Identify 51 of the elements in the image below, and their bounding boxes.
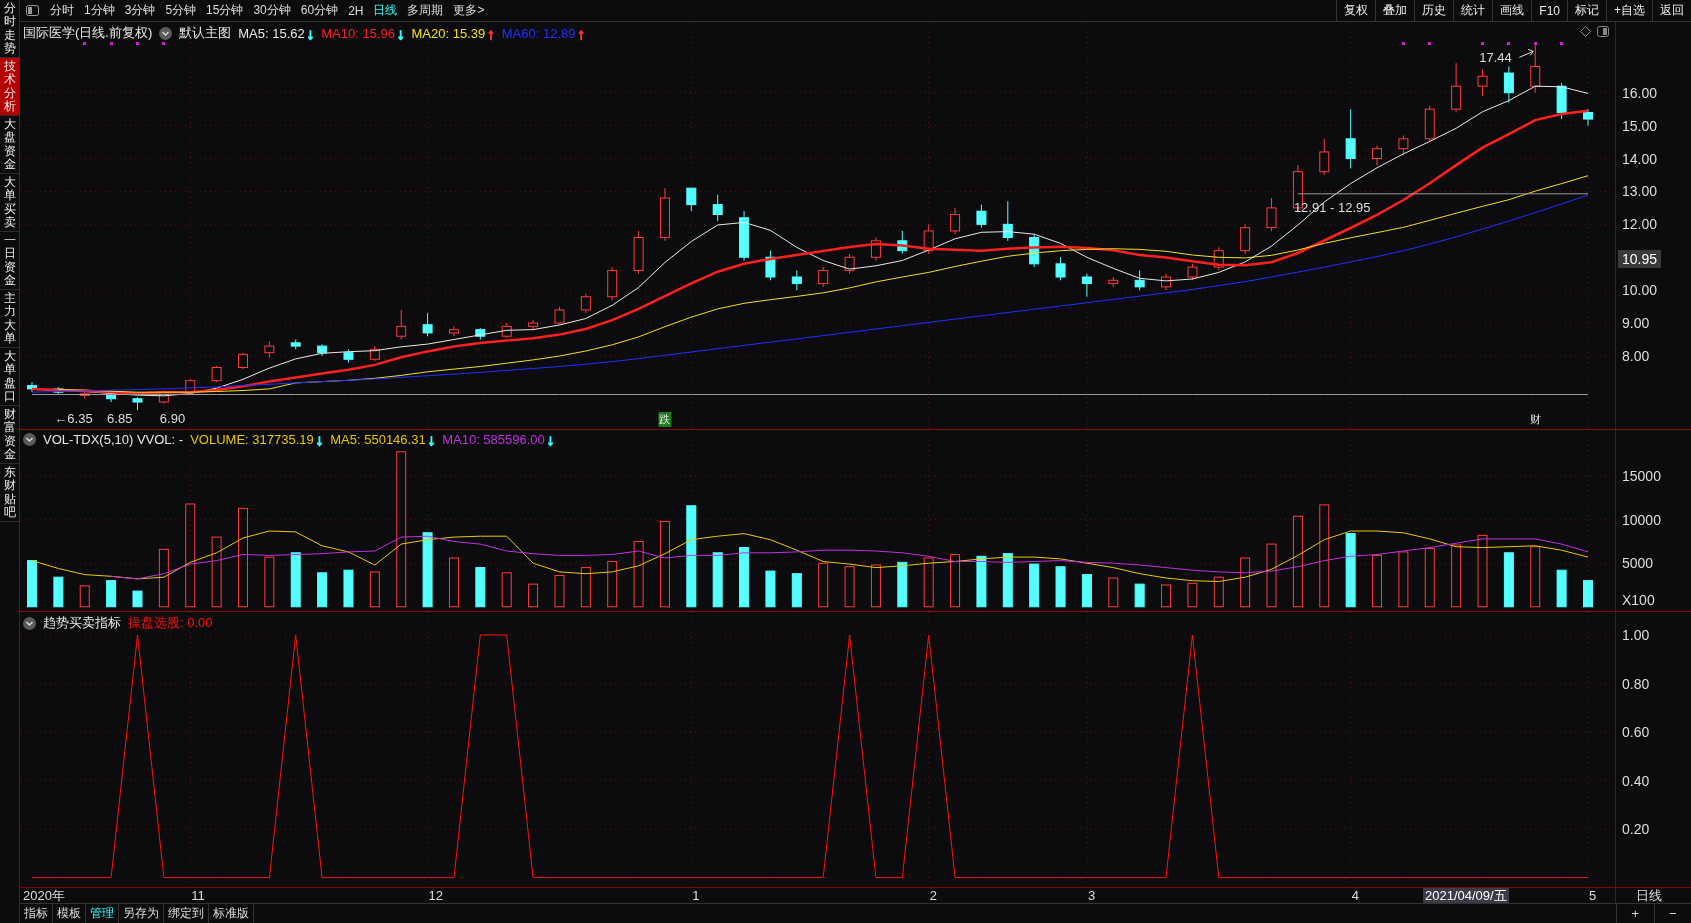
price-label: 6.90 [159,410,186,426]
axis-tick-label: 13.00 [1622,183,1658,200]
legend-label: MA5: 15.62 [238,25,305,41]
trend-arrow: ↓ [315,432,324,447]
legend-label: MA5: 550146.31 [330,432,426,447]
stock-title: 国际医学(日线.前复权) [23,24,153,42]
axis-tick-label: 5000 [1622,555,1654,572]
cursor-date-label: 2021/04/09/五 [1423,888,1509,903]
axis-tick-label: 15.00 [1622,117,1658,134]
unit-label: X100 [1622,592,1655,608]
current-price-label: 10.95 [1618,249,1662,268]
price-label: 6.85 [107,410,133,426]
axis-tick-label: 0.60 [1622,724,1650,741]
price-label: ←6.35 [54,410,93,426]
axis-tick-label: 1.00 [1622,627,1650,644]
month-label: 1 [692,888,700,903]
month-label: 4 [1351,888,1359,903]
axis-tick-label: 14.00 [1622,150,1658,167]
month-label: 11 [191,888,205,903]
axis-tick-label: 0.20 [1622,821,1650,838]
trend-arrow: ↑ [487,25,495,41]
legend-label: VOLUME: 317735.19 [190,432,314,447]
high-price-label: 17.44 [1479,49,1512,65]
axis-tick-label: 10000 [1622,511,1661,528]
axis-tick-label: 16.00 [1622,84,1658,101]
axis-tick-label: 8.00 [1622,347,1650,364]
trend-arrow: ↓ [546,432,555,447]
indicator-title: VOL-TDX(5,10) VVOL: - [43,432,184,447]
legend-label: 操盘选股: 0.00 [128,614,213,632]
month-label: 3 [1087,888,1096,903]
month-label: 2 [929,888,937,903]
legend-label: MA20: 15.39 [411,25,486,41]
year-label: 2020年 [23,888,65,903]
month-label: 5 [1589,888,1597,903]
trend-arrow: ↓ [397,25,405,41]
trend-arrow: ↑ [577,25,585,41]
month-label: 12 [428,888,444,903]
period-label: 日线 [1635,888,1662,903]
axis-tick-label: 12.00 [1622,216,1658,233]
trend-arrow: ↓ [306,25,315,41]
indicator-title: 趋势买卖指标 [43,614,121,632]
template-label: 默认主图 [179,24,232,42]
axis-tick-label: 10.00 [1622,282,1658,299]
axis-tick-label: 15000 [1622,468,1661,485]
axis-tick-label: 0.80 [1622,675,1650,692]
axis-tick-label: 9.00 [1622,315,1650,332]
axis-tick-label: 0.40 [1622,772,1650,789]
trend-arrow: ↓ [427,432,436,447]
legend-label: MA10: 15.96 [321,25,395,41]
legend-label: MA10: 585596.00 [442,432,545,447]
legend-label: MA60: 12.89 [501,25,576,41]
